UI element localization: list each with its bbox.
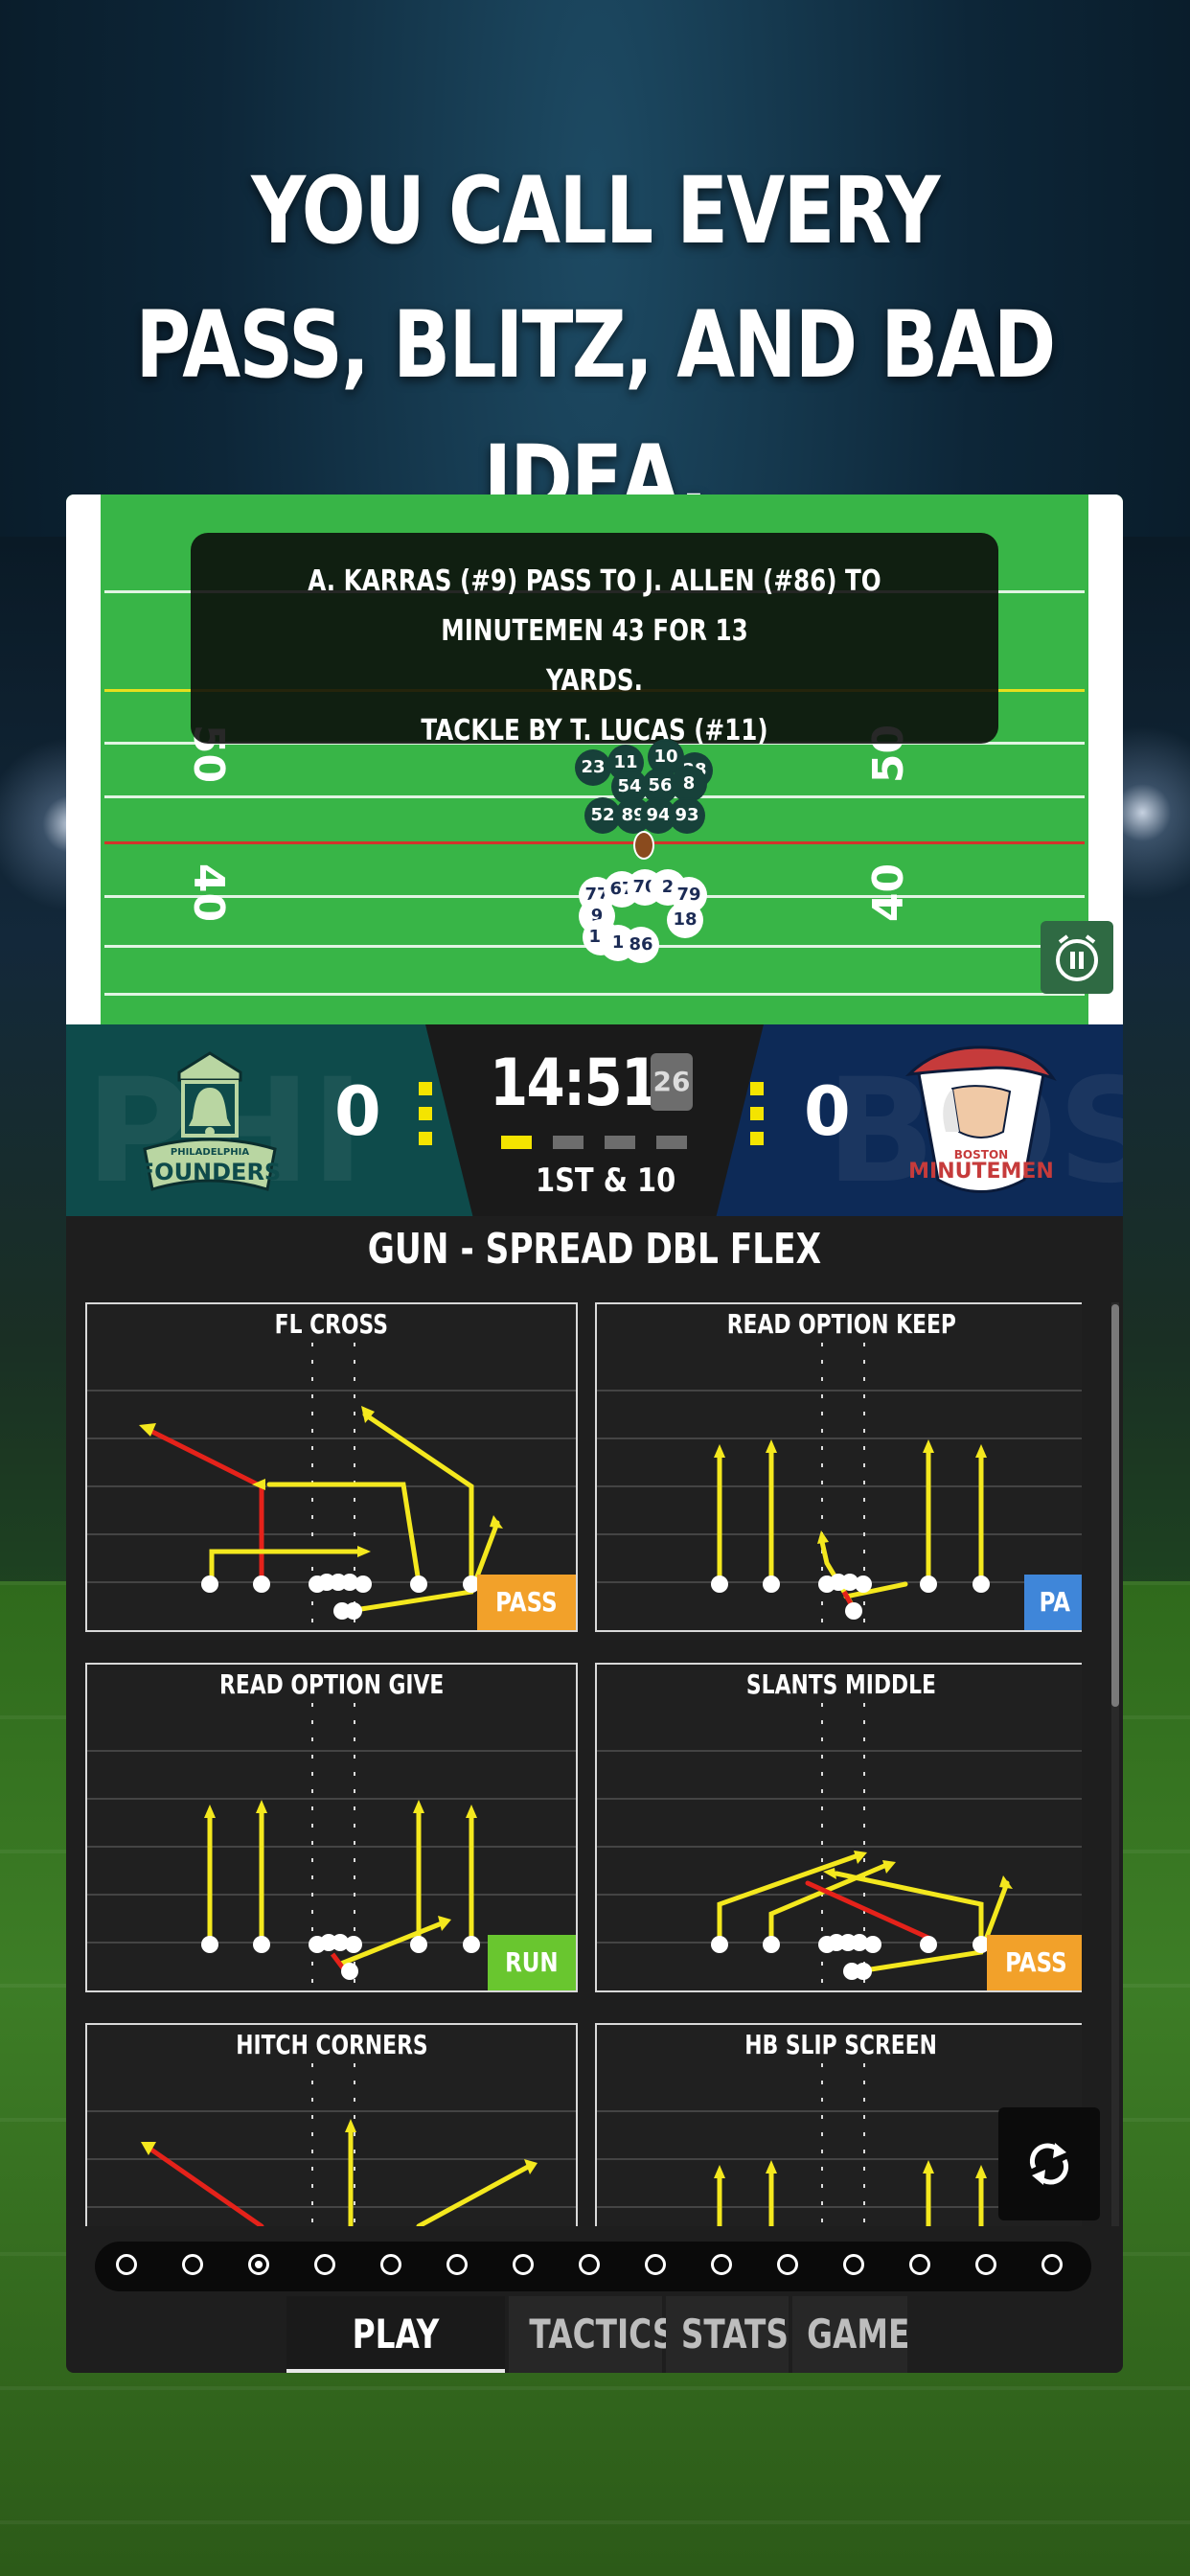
minutemen-logo-name: MINUTEMEN bbox=[908, 1160, 1054, 1184]
tab-play-sheet[interactable]: PLAY SHEET bbox=[286, 2296, 505, 2373]
tab-game[interactable]: GAME bbox=[792, 2296, 909, 2373]
play-type-tag: PASS bbox=[987, 1935, 1082, 1990]
play-name: HITCH CORNERS bbox=[235, 2029, 428, 2060]
play-diagram bbox=[597, 1343, 1082, 1630]
founders-logo-name: FOUNDERS bbox=[139, 1159, 281, 1185]
play-card-read-option-keep[interactable]: READ OPTION KEEP PA bbox=[595, 1302, 1082, 1632]
formation-name: GUN - SPREAD DBL FLEX bbox=[367, 1225, 822, 1274]
game-clock: 14:51 bbox=[490, 1046, 659, 1121]
yard-line bbox=[104, 795, 1085, 798]
page-dot[interactable] bbox=[116, 2254, 137, 2275]
page-dot[interactable] bbox=[1041, 2254, 1063, 2275]
founders-logo-city: PHILADELPHIA bbox=[171, 1147, 249, 1158]
play-sheet-scroll-thumb[interactable] bbox=[1111, 1304, 1119, 1707]
page-dot[interactable] bbox=[446, 2254, 468, 2275]
offense-marker: 18 bbox=[669, 904, 701, 936]
yard-line bbox=[104, 993, 1085, 996]
play-page-indicator bbox=[95, 2242, 1091, 2291]
play-type-tag: RUN bbox=[488, 1935, 576, 1990]
promo-headline: YOU CALL EVERY PASS, BLITZ, AND BAD IDEA… bbox=[0, 144, 1190, 546]
page-dot[interactable] bbox=[975, 2254, 996, 2275]
page-dot[interactable] bbox=[777, 2254, 798, 2275]
play-name: READ OPTION GIVE bbox=[218, 1668, 445, 1700]
headline-line-1: YOU CALL EVERY bbox=[251, 157, 940, 264]
game-app-window: 50 50 40 40 A. KARRAS (#9) PASS TO J. AL… bbox=[66, 494, 1123, 2373]
scoreboard: PHI BOS PHILADELPHIA FOUNDERS 0 14:51 26… bbox=[66, 1024, 1123, 1216]
defender-marker: 10 bbox=[650, 741, 682, 773]
play-log-overlay: A. KARRAS (#9) PASS TO J. ALLEN (#86) TO… bbox=[191, 533, 998, 748]
play-name: READ OPTION KEEP bbox=[726, 1308, 956, 1340]
defender-marker: 56 bbox=[644, 770, 676, 802]
play-card-fl-cross[interactable]: FL CROSS PASS bbox=[85, 1302, 578, 1632]
defender-marker: 8 bbox=[673, 768, 705, 800]
page-dot[interactable] bbox=[579, 2254, 600, 2275]
home-timeouts bbox=[419, 1082, 432, 1157]
defender-marker: 52 bbox=[586, 799, 619, 832]
away-score: 0 bbox=[804, 1072, 851, 1151]
football-icon bbox=[633, 831, 654, 860]
play-name: FL CROSS bbox=[274, 1308, 389, 1340]
play-log-line: YARDS. bbox=[546, 664, 643, 698]
away-timeouts bbox=[750, 1082, 764, 1157]
page-dot[interactable] bbox=[843, 2254, 864, 2275]
play-card-hitch-corners[interactable]: HITCH CORNERS bbox=[85, 2023, 578, 2226]
pause-timer-icon bbox=[1056, 934, 1098, 981]
formation-title: GUN - SPREAD DBL FLEX bbox=[66, 1216, 1123, 1283]
play-name: SLANTS MIDDLE bbox=[745, 1668, 936, 1700]
defender-marker: 23 bbox=[577, 751, 609, 784]
page-dot[interactable] bbox=[380, 2254, 401, 2275]
pause-button[interactable] bbox=[1041, 921, 1113, 994]
defender-marker: 93 bbox=[671, 799, 703, 832]
play-type-tag: PASS bbox=[477, 1575, 576, 1630]
page-dot[interactable] bbox=[711, 2254, 732, 2275]
flip-play-button[interactable] bbox=[998, 2107, 1100, 2220]
page-dot[interactable] bbox=[314, 2254, 335, 2275]
yard-number: 40 bbox=[864, 862, 914, 923]
football-field: 50 50 40 40 A. KARRAS (#9) PASS TO J. AL… bbox=[66, 494, 1123, 1024]
defender-marker: 94 bbox=[642, 799, 675, 832]
sideline-left bbox=[66, 494, 103, 1024]
founders-logo-icon: PHILADELPHIA FOUNDERS bbox=[139, 1051, 281, 1191]
yard-number: 40 bbox=[184, 862, 234, 923]
play-card-slants-middle[interactable]: SLANTS MIDDLE PASS bbox=[595, 1663, 1082, 1992]
page-dot[interactable] bbox=[513, 2254, 534, 2275]
tab-tactics[interactable]: TACTICS bbox=[509, 2296, 675, 2373]
page-dot[interactable] bbox=[909, 2254, 930, 2275]
line-of-scrimmage bbox=[104, 841, 1085, 844]
page-dot[interactable] bbox=[182, 2254, 203, 2275]
play-sheet-grid: FL CROSS PASS READ OPTION KEEP PA READ O… bbox=[85, 1302, 1082, 2226]
offense-marker: 86 bbox=[625, 929, 657, 961]
play-card-read-option-give[interactable]: READ OPTION GIVE RUN bbox=[85, 1663, 578, 1992]
page-dot[interactable] bbox=[248, 2254, 269, 2275]
play-name: HB SLIP SCREEN bbox=[744, 2029, 938, 2060]
flip-arrows-icon bbox=[1029, 2143, 1069, 2185]
play-type-tag: PA bbox=[1024, 1575, 1082, 1630]
home-score: 0 bbox=[334, 1072, 381, 1151]
page-dot[interactable] bbox=[645, 2254, 666, 2275]
down-and-distance: 1ST & 10 bbox=[536, 1162, 676, 1200]
tab-stats[interactable]: STATS bbox=[666, 2296, 789, 2373]
minutemen-logo-icon: BOSTON MINUTEMEN bbox=[904, 1046, 1057, 1193]
defender-marker: 54 bbox=[613, 770, 646, 803]
play-log-line: TACKLE BY T. LUCAS (#11) bbox=[421, 714, 768, 748]
play-clock: 26 bbox=[651, 1053, 693, 1111]
play-log-line: A. KARRAS (#9) PASS TO J. ALLEN (#86) TO… bbox=[308, 564, 881, 648]
